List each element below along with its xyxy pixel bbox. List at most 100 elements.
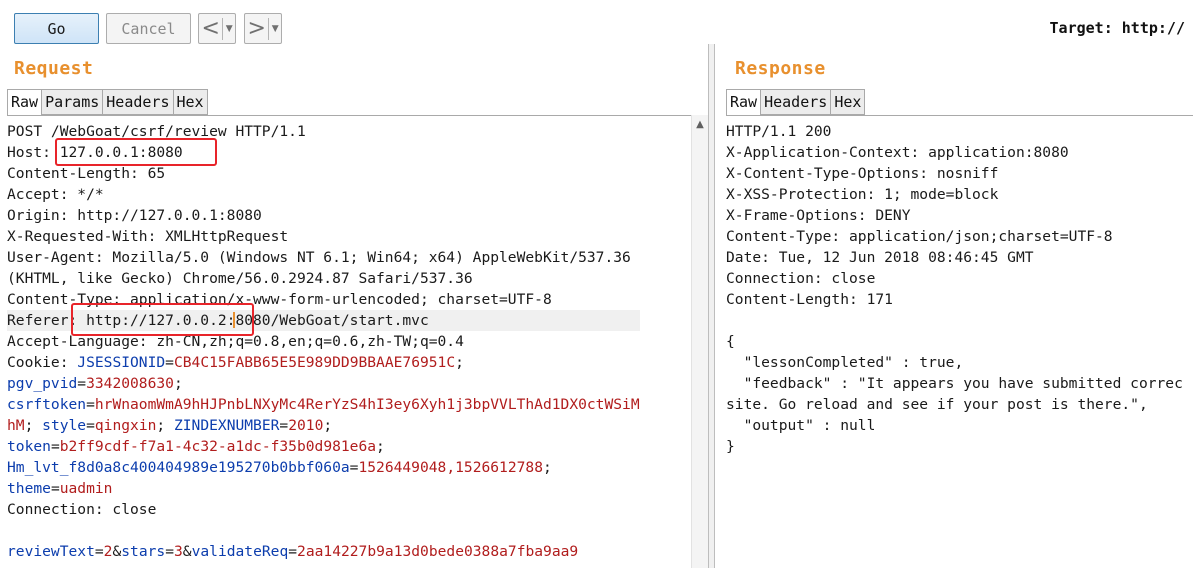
response-line: X-XSS-Protection: 1; mode=block xyxy=(726,186,999,203)
request-text-segment: X-Requested-With: XMLHttpRequest xyxy=(7,228,289,245)
request-line: User-Agent: Mozilla/5.0 (Windows NT 6.1;… xyxy=(7,247,640,268)
param-value: CB4C15FABB65E5E989DD9BBAAE76951C xyxy=(173,354,456,371)
param-value: hM xyxy=(7,417,25,434)
request-text-segment: ; xyxy=(542,459,552,476)
request-text-segment: Connection: close xyxy=(7,501,157,518)
forward-dropdown-icon[interactable]: ▼ xyxy=(269,24,281,34)
param-value: qingxin xyxy=(94,417,157,434)
response-line: Content-Type: application/json;charset=U… xyxy=(726,228,1113,245)
request-text-segment: = xyxy=(165,543,174,560)
param-value: uadmin xyxy=(59,480,113,497)
param-name: validateReq xyxy=(191,543,289,560)
tab-headers[interactable]: Headers xyxy=(761,89,832,115)
response-line: X-Application-Context: application:8080 xyxy=(726,144,1069,161)
request-text-segment: & xyxy=(112,543,122,560)
response-line: X-Frame-Options: DENY xyxy=(726,207,911,224)
tab-hex[interactable]: Hex xyxy=(831,89,866,115)
request-text-segment: Accept: */* xyxy=(7,186,104,203)
request-text-segment: = xyxy=(86,396,95,413)
cancel-button[interactable]: Cancel xyxy=(106,13,191,44)
param-name: pgv_pvid xyxy=(7,375,78,392)
response-line: "output" : null xyxy=(726,417,876,434)
param-name: style xyxy=(42,417,87,434)
response-panel: Response Raw Headers Hex HTTP/1.1 200 X-A… xyxy=(714,44,1193,568)
request-text-segment: (KHTML, like Gecko) Chrome/56.0.2924.87 … xyxy=(7,270,473,287)
param-value: 3342008630 xyxy=(86,375,174,392)
request-text-segment: = xyxy=(279,417,289,434)
toolbar: Go Cancel < ▼ > ▼ Target: http:// xyxy=(0,0,1193,44)
response-line: "lessonCompleted" : true, xyxy=(726,354,964,371)
response-title: Response xyxy=(735,58,826,79)
response-line: X-Content-Type-Options: nosniff xyxy=(726,165,999,182)
tab-params[interactable]: Params xyxy=(42,89,104,115)
request-line: Accept: */* xyxy=(7,184,640,205)
request-line: Hm_lvt_f8d0a8c400404989e195270b0bbf060a=… xyxy=(7,457,640,478)
request-line: Cookie: JSESSIONID=CB4C15FABB65E5E989DD9… xyxy=(7,352,640,373)
request-text-segment: Host: 127.0.0.1:8080 xyxy=(7,144,183,161)
forward-nav-group: > ▼ xyxy=(244,13,282,44)
text-cursor xyxy=(233,312,235,328)
request-text-segment: Accept-Language: zh-CN,zh;q=0.8,en;q=0.6… xyxy=(7,333,464,350)
response-editor[interactable]: HTTP/1.1 200 X-Application-Context: appli… xyxy=(726,115,1193,568)
request-line: (KHTML, like Gecko) Chrome/56.0.2924.87 … xyxy=(7,268,640,289)
request-text-segment: = xyxy=(86,417,95,434)
request-text-segment: ; xyxy=(376,438,385,455)
forward-arrow-icon[interactable]: > xyxy=(245,15,268,42)
request-text-segment: Referer: http://127.0.0.2:8080/WebGoat/s… xyxy=(7,312,429,329)
param-name: csrftoken xyxy=(7,396,87,413)
param-name: JSESSIONID xyxy=(77,354,166,371)
back-dropdown-icon[interactable]: ▼ xyxy=(223,24,235,34)
request-line: reviewText=2&stars=3&validateReq=2aa1422… xyxy=(7,541,640,562)
back-nav-group: < ▼ xyxy=(198,13,236,44)
response-line xyxy=(726,310,1183,331)
tab-hex[interactable]: Hex xyxy=(173,89,208,115)
scroll-up-icon[interactable]: ▲ xyxy=(692,117,708,133)
response-text: HTTP/1.1 200 X-Application-Context: appli… xyxy=(726,121,1183,457)
param-value: 2010 xyxy=(288,417,324,434)
request-line: Referer: http://127.0.0.2:8080/WebGoat/s… xyxy=(7,310,640,331)
param-value: 1526449048,1526612788 xyxy=(358,459,543,476)
request-scrollbar[interactable]: ▲ xyxy=(691,115,708,568)
tab-raw[interactable]: Raw xyxy=(726,89,762,116)
request-text-segment: ; xyxy=(156,417,174,434)
request-text-segment: Content-Length: 65 xyxy=(7,165,166,182)
response-line: Content-Length: 171 xyxy=(726,291,893,308)
request-text-segment: & xyxy=(182,543,192,560)
param-value: 2aa14227b9a13d0bede0388a7fba9aa9 xyxy=(297,543,579,560)
request-line: POST /WebGoat/csrf/review HTTP/1.1 xyxy=(7,121,640,142)
request-line: csrftoken=hrWnaomWmA9hHJPnbLNXyMc4RerYzS… xyxy=(7,394,640,415)
request-text-segment: User-Agent: Mozilla/5.0 (Windows NT 6.1;… xyxy=(7,249,631,266)
request-text-segment: = xyxy=(165,354,174,371)
request-text: POST /WebGoat/csrf/review HTTP/1.1 Host: … xyxy=(7,121,640,562)
request-line: pgv_pvid=3342008630; xyxy=(7,373,640,394)
request-editor[interactable]: POST /WebGoat/csrf/review HTTP/1.1 Host: … xyxy=(7,115,695,568)
request-text-segment: = xyxy=(77,375,87,392)
param-name: Hm_lvt_f8d0a8c400404989e195270b0bbf060a xyxy=(7,459,350,476)
request-tabs: Raw Params Headers Hex xyxy=(7,89,208,116)
request-text-segment: = xyxy=(288,543,298,560)
request-text-segment: Origin: http://127.0.0.1:8080 xyxy=(7,207,262,224)
param-name: token xyxy=(7,438,51,455)
param-value: b2ff9cdf-f7a1-4c32-a1dc-f35b0d981e6a xyxy=(59,438,377,455)
request-text-segment: = xyxy=(50,438,60,455)
request-line: Host: 127.0.0.1:8080 xyxy=(7,142,640,163)
request-panel: Request Raw Params Headers Hex POST /Web… xyxy=(0,44,709,568)
request-line: X-Requested-With: XMLHttpRequest xyxy=(7,226,640,247)
target-label[interactable]: Target: http:// xyxy=(1050,19,1185,37)
request-title: Request xyxy=(14,58,94,79)
param-value: 3 xyxy=(174,543,183,560)
request-line: Connection: close xyxy=(7,499,640,520)
response-line: site. Go reload and see if your post is … xyxy=(726,396,1148,413)
request-text-segment: = xyxy=(94,543,104,560)
response-line: HTTP/1.1 200 xyxy=(726,123,832,140)
tab-headers[interactable]: Headers xyxy=(103,89,174,115)
request-line: Content-Length: 65 xyxy=(7,163,640,184)
tab-raw[interactable]: Raw xyxy=(7,89,43,116)
request-text-segment: = xyxy=(50,480,60,497)
response-line: Date: Tue, 12 Jun 2018 08:46:45 GMT xyxy=(726,249,1034,266)
back-arrow-icon[interactable]: < xyxy=(199,15,222,42)
go-button[interactable]: Go xyxy=(14,13,99,44)
param-name: theme xyxy=(7,480,51,497)
request-line: Accept-Language: zh-CN,zh;q=0.8,en;q=0.6… xyxy=(7,331,640,352)
response-line: { xyxy=(726,333,735,350)
